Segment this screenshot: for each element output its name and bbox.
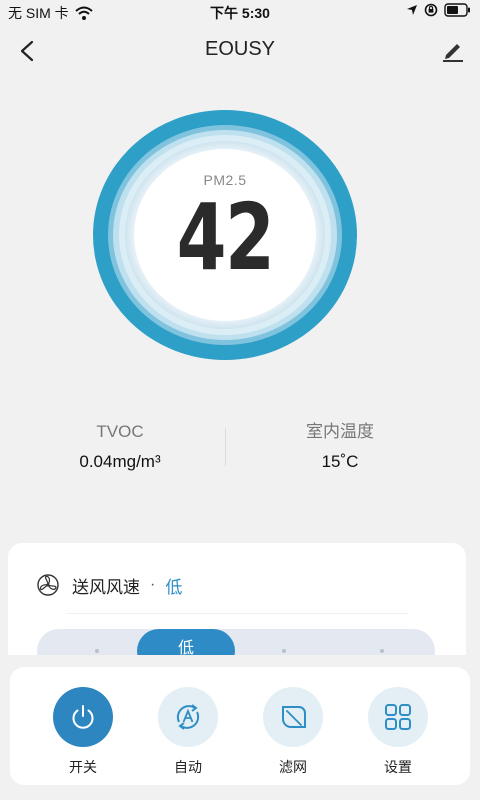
filter-button-circle[interactable]	[263, 687, 323, 747]
metric-label: TVOC	[96, 422, 144, 441]
auto-icon	[176, 704, 200, 730]
fan-speed-current: 低	[165, 577, 183, 597]
speed-step-dot[interactable]	[95, 649, 99, 653]
fan-speed-title: 送风风速	[72, 577, 140, 597]
metric-tvoc: TVOC 0.04mg/m³	[0, 420, 240, 472]
metric-value: 15˚C	[321, 452, 359, 471]
leaf-icon	[282, 706, 306, 728]
speed-step-dot[interactable]	[380, 649, 384, 653]
rotation-lock-icon	[424, 3, 438, 17]
settings-button[interactable]: 设置	[358, 687, 438, 777]
metric-indoor-temp: 室内温度 15˚C	[212, 420, 468, 472]
auto-label: 自动	[174, 759, 202, 775]
settings-label: 设置	[384, 759, 412, 775]
back-button[interactable]	[12, 36, 42, 66]
metric-value: 0.04mg/m³	[79, 452, 161, 471]
speed-step-dot[interactable]	[282, 649, 286, 653]
gauge-value: 42	[176, 184, 275, 291]
status-icons	[406, 3, 472, 17]
battery-icon	[444, 3, 470, 17]
grid-icon	[385, 704, 411, 730]
edit-icon	[443, 44, 463, 62]
fan-speed-header: 送风风速 · 低	[36, 573, 182, 597]
power-icon	[72, 705, 94, 729]
filter-label: 滤网	[279, 759, 307, 775]
status-bar: 无 SIM 卡 下午 5:30	[0, 0, 480, 24]
metrics-row: TVOC 0.04mg/m³ 室内温度 15˚C	[0, 420, 480, 490]
power-label: 开关	[69, 759, 97, 775]
fan-icon	[37, 574, 59, 596]
fan-speed-separator: ·	[150, 576, 156, 593]
divider	[66, 613, 408, 614]
power-button-circle[interactable]	[53, 687, 113, 747]
edit-button[interactable]	[438, 36, 468, 66]
auto-button[interactable]: 自动	[148, 687, 228, 777]
nav-bar: EOUSY	[0, 24, 480, 78]
filter-button[interactable]: 滤网	[253, 687, 333, 777]
auto-button-circle[interactable]	[158, 687, 218, 747]
pm25-gauge: PM2.5 42	[93, 110, 357, 360]
settings-button-circle[interactable]	[368, 687, 428, 747]
chevron-left-icon	[20, 40, 34, 62]
location-icon	[407, 5, 417, 15]
metric-label: 室内温度	[306, 422, 374, 441]
power-button[interactable]: 开关	[43, 687, 123, 777]
bottom-control-bar: 开关 自动 滤网 设置	[10, 667, 470, 785]
page-title: EOUSY	[204, 38, 276, 60]
